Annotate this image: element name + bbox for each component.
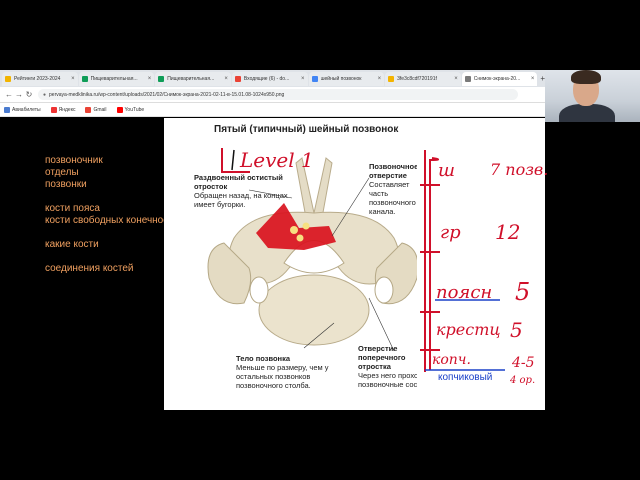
bookmark-item[interactable]: YouTube: [116, 106, 145, 113]
browser-tab[interactable]: Входящие (6) - do... ×: [231, 71, 308, 86]
label-title: Отверстие поперечного отростка: [358, 344, 406, 371]
tab-title: Пищеварительная...: [90, 75, 138, 82]
tab-favicon-icon: [234, 75, 241, 82]
label-title: Раздвоенный остистый отросток: [194, 173, 283, 191]
hw-level-note: Level 1: [240, 148, 314, 172]
tab-close-icon[interactable]: ×: [531, 76, 535, 82]
label-vertebral-body: Тело позвонка Меньше по размеру, чем у о…: [236, 354, 331, 390]
forward-arrow-icon[interactable]: →: [14, 90, 24, 99]
bookmark-label: Яндекс: [58, 106, 76, 113]
hw-count: 5: [510, 318, 523, 342]
label-title: Позвоночное отверстие: [369, 162, 417, 180]
label-body: Обращен назад, на концах имеет бугорки.: [194, 191, 288, 209]
hw-section: ш: [438, 160, 456, 181]
tab-title: Снимок-экрана-20...: [473, 75, 521, 82]
tab-close-icon[interactable]: ×: [148, 76, 152, 82]
hw-count: 12: [495, 220, 521, 244]
browser-tab[interactable]: 3fe3c8cdf720191f ×: [385, 71, 461, 86]
tab-favicon-icon: [5, 75, 11, 82]
tab-close-icon[interactable]: ×: [224, 76, 228, 82]
bookmark-item[interactable]: Gmail: [85, 106, 107, 113]
tab-close-icon[interactable]: ×: [71, 76, 75, 82]
reload-icon[interactable]: ↻: [24, 90, 34, 99]
label-spinous-process: Раздвоенный остистый отросток Обращен на…: [194, 173, 294, 209]
address-bar[interactable]: ● pervaya-medklinika.ru/wp-content/uploa…: [38, 89, 518, 100]
tab-favicon-icon: [81, 75, 88, 82]
label-body: Составляет часть позвоночного канала.: [369, 180, 416, 216]
bookmark-label: YouTube: [124, 106, 145, 113]
bookmark-favicon-icon: [4, 106, 10, 113]
tab-close-icon[interactable]: ×: [301, 76, 305, 82]
hw-count: 4-5: [512, 355, 535, 371]
tab-title: Рейтинги 2023-2024: [14, 75, 61, 82]
browser-tab-bar: Рейтинги 2023-2024 × Пищеварительная... × …: [0, 70, 545, 87]
presenter-body: [559, 104, 615, 122]
bookmark-favicon-icon: [116, 106, 123, 113]
tab-favicon-icon: [158, 75, 165, 82]
bookmark-item[interactable]: Яндекс: [50, 106, 76, 113]
tab-title: Пищеварительная...: [167, 75, 215, 82]
browser-tab[interactable]: шейный позвонок ×: [308, 71, 385, 86]
bookmark-label: Авиабилеты: [12, 106, 41, 113]
tab-title: Входящие (6) - do...: [243, 75, 290, 82]
hw-section: гр: [440, 222, 461, 243]
browser-nav-bar: ← → ↻ ● pervaya-medklinika.ru/wp-content…: [0, 87, 545, 103]
tab-title: 3fe3c8cdf720191f: [397, 75, 437, 82]
label-vertebral-foramen: Позвоночное отверстие Составляет часть п…: [369, 162, 417, 216]
screen: Рейтинги 2023-2024 × Пищеварительная... × …: [0, 0, 640, 480]
site-info-icon[interactable]: ●: [43, 92, 46, 98]
browser-tab[interactable]: Рейтинги 2023-2024 ×: [2, 71, 78, 86]
browser-tab[interactable]: Пищеварительная... ×: [155, 71, 231, 86]
presenter-hair: [571, 70, 601, 84]
tab-close-icon[interactable]: ×: [378, 76, 382, 82]
tab-favicon-icon: [311, 75, 318, 82]
hw-coccyx-extra: 4 ор.: [510, 375, 536, 386]
label-body: Меньше по размеру, чем у остальных позво…: [236, 363, 329, 390]
hw-section: копч.: [432, 352, 471, 368]
label-body: Через него проходят позвоночные сосуды.: [358, 371, 417, 389]
typed-coccyx-label: копчиковый: [438, 372, 493, 383]
tab-title: шейный позвонок: [320, 75, 362, 82]
label-title: Тело позвонка: [236, 354, 290, 363]
tab-favicon-icon: [388, 75, 395, 82]
webcam-overlay: [545, 70, 640, 122]
browser-tab-active[interactable]: Снимок-экрана-20... ×: [461, 71, 538, 86]
bookmark-favicon-icon: [50, 106, 57, 113]
bookmarks-bar: Авиабилеты Яндекс Gmail YouTube: [0, 103, 545, 117]
tab-close-icon[interactable]: ×: [454, 76, 458, 82]
hw-section: поясн: [436, 282, 493, 303]
url-text: pervaya-medklinika.ru/wp-content/uploads…: [49, 91, 285, 98]
tab-favicon-icon: [464, 75, 471, 82]
browser-tab[interactable]: Пищеварительная... ×: [78, 71, 155, 86]
hw-count: 7 позв.: [490, 160, 549, 179]
bookmark-item[interactable]: Авиабилеты: [4, 106, 41, 113]
back-arrow-icon[interactable]: ←: [4, 90, 14, 99]
hw-count: 5: [515, 278, 531, 306]
bookmark-favicon-icon: [85, 106, 92, 113]
hw-section: крестц: [436, 320, 501, 339]
label-transverse-foramen: Отверстие поперечного отростка Через нег…: [358, 344, 417, 389]
bookmark-label: Gmail: [93, 106, 107, 113]
